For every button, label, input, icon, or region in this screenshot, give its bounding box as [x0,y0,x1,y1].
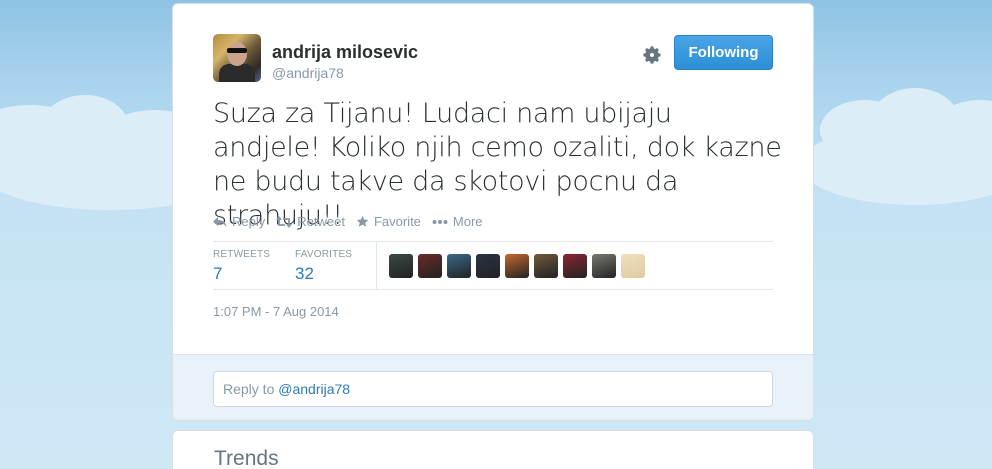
tweet-header: andrija milosevic @andrija78 Following [213,34,773,84]
favorites-label: FAVORITES [295,249,353,260]
favoriter-avatars [389,254,645,278]
favoriter-avatar[interactable] [563,254,587,278]
avatar[interactable] [213,34,261,82]
reply-action[interactable]: Reply [213,214,265,229]
tweet-actions: Reply Retweet Favorite More [213,214,494,229]
favoriter-avatar[interactable] [621,254,645,278]
following-button[interactable]: Following [674,35,773,70]
trends-card: Trends [172,430,814,469]
favorite-label: Favorite [373,214,421,229]
favoriter-avatar[interactable] [389,254,413,278]
favoriter-avatar[interactable] [447,254,471,278]
retweets-stat[interactable]: RETWEETS 7 [213,249,270,284]
more-dots-icon [432,219,448,224]
favoriter-avatar[interactable] [476,254,500,278]
reply-label: Reply [232,214,266,229]
reply-prefix: Reply to [223,381,279,397]
author-name[interactable]: andrija milosevic [272,42,418,63]
more-action[interactable]: More [432,214,483,229]
favorite-action[interactable]: Favorite [356,214,421,229]
favoriter-avatar[interactable] [505,254,529,278]
gear-icon[interactable] [641,44,663,66]
tweet-timestamp: 1:07 PM - 7 Aug 2014 [213,304,339,319]
tweet-stats: RETWEETS 7 FAVORITES 32 [213,241,773,290]
more-label: More [452,214,483,229]
retweet-icon [276,215,293,228]
tweet-card: andrija milosevic @andrija78 Following S… [172,3,814,421]
retweet-action[interactable]: Retweet [276,214,345,229]
favorites-stat[interactable]: FAVORITES 32 [295,249,352,284]
tweet-text: Suza za Tijanu! Ludaci nam ubijaju andje… [213,98,782,231]
favoriter-avatar[interactable] [534,254,558,278]
star-icon [356,215,369,227]
reply-area: Reply to @andrija78 [173,354,813,420]
trends-title: Trends [214,447,279,469]
retweet-label: Retweet [297,214,345,229]
reply-mention: @andrija78 [278,381,351,397]
retweets-count: 7 [213,264,223,283]
favorites-count: 32 [295,264,314,283]
author-handle[interactable]: @andrija78 [272,65,344,81]
favoriter-avatar[interactable] [418,254,442,278]
favoriter-avatar[interactable] [592,254,616,278]
retweets-label: RETWEETS [213,249,271,260]
reply-input[interactable]: Reply to @andrija78 [213,371,773,407]
reply-icon [213,216,227,227]
stats-divider [376,242,377,289]
